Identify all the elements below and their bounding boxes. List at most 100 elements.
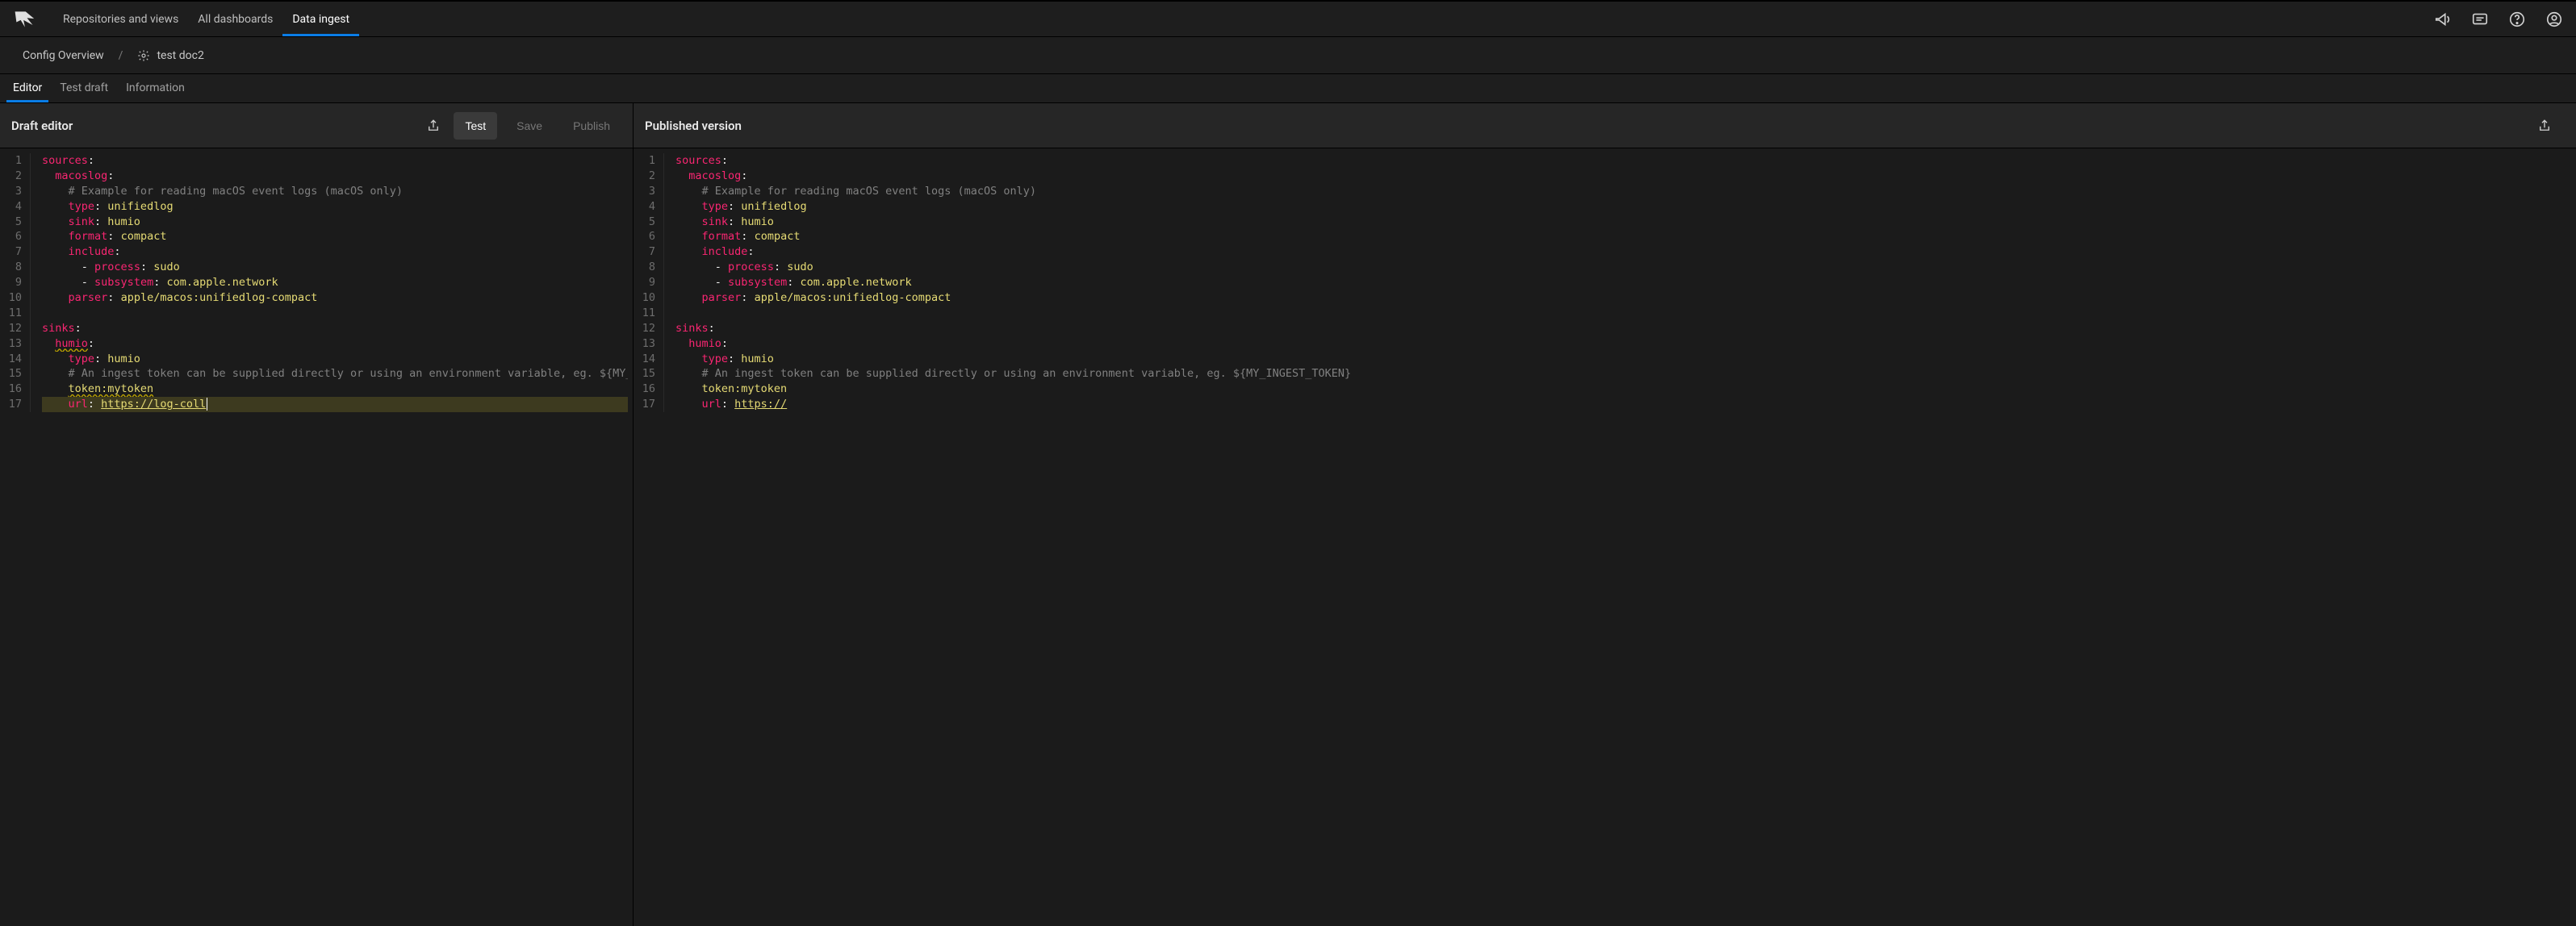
test-button[interactable]: Test [454,112,497,140]
tab-editor[interactable]: Editor [11,81,44,102]
code-line[interactable]: 15 # An ingest token can be supplied dir… [0,366,633,382]
code-line[interactable]: 14 type: humio [634,352,2576,367]
code-line[interactable]: 2 macoslog: [0,169,633,184]
code-content[interactable]: type: humio [42,352,628,367]
code-line[interactable]: 8 - process: sudo [634,260,2576,275]
code-content[interactable]: type: unifiedlog [42,199,628,215]
messages-icon[interactable] [2471,10,2489,28]
code-line[interactable]: 1 sources: [634,153,2576,169]
gear-icon [137,49,150,62]
code-content[interactable]: token:mytoken [675,382,2571,397]
code-line[interactable]: 14 type: humio [0,352,633,367]
code-content[interactable]: type: unifiedlog [675,199,2571,215]
code-line[interactable]: 10 parser: apple/macos:unifiedlog-compac… [0,290,633,306]
share-icon [2537,119,2552,133]
draft-editor-pane[interactable]: 1sources:2 macoslog:3 # Example for read… [0,148,634,926]
breadcrumb-sep: / [119,49,123,62]
code-line[interactable]: 7 include: [634,244,2576,260]
code-content[interactable]: # Example for reading macOS event logs (… [42,184,628,199]
code-line[interactable]: 16 token:mytoken [634,382,2576,397]
code-line[interactable]: 9 - subsystem: com.apple.network [0,275,633,290]
code-line[interactable]: 10 parser: apple/macos:unifiedlog-compac… [634,290,2576,306]
published-editor-pane[interactable]: 1 sources:2 macoslog:3 # Example for read… [634,148,2576,926]
code-content[interactable]: parser: apple/macos:unifiedlog-compact [42,290,628,306]
breadcrumb-leaf[interactable]: test doc2 [137,49,203,62]
share-published-button[interactable] [2531,112,2558,140]
code-line[interactable]: 6 format: compact [634,229,2576,244]
code-content[interactable]: sinks: [42,321,628,336]
code-line[interactable]: 12sinks: [0,321,633,336]
code-line[interactable]: 13 humio: [634,336,2576,352]
publish-button[interactable]: Publish [562,112,621,140]
announce-icon[interactable] [2434,10,2452,28]
code-content[interactable]: - process: sudo [42,260,628,275]
line-number: 1 [638,153,664,169]
code-content[interactable]: - process: sudo [675,260,2571,275]
code-content[interactable]: macoslog: [42,169,628,184]
share-icon [426,119,441,133]
code-line[interactable]: 11 [634,306,2576,321]
line-number: 7 [5,244,31,260]
code-line[interactable]: 4 type: unifiedlog [0,199,633,215]
code-content[interactable]: token:mytoken [42,382,628,397]
code-content[interactable] [42,306,628,321]
code-line[interactable]: 13 humio: [0,336,633,352]
code-line[interactable]: 17 url: https://log-coll [0,397,633,412]
code-line[interactable]: 7 include: [0,244,633,260]
code-line[interactable]: 5 sink: humio [634,215,2576,230]
code-content[interactable]: - subsystem: com.apple.network [42,275,628,290]
code-content[interactable]: format: compact [675,229,2571,244]
code-line[interactable]: 9 - subsystem: com.apple.network [634,275,2576,290]
code-content[interactable]: sink: humio [675,215,2571,230]
token-key: type [702,352,729,365]
code-content[interactable]: parser: apple/macos:unifiedlog-compact [675,290,2571,306]
code-line[interactable]: 6 format: compact [0,229,633,244]
code-content[interactable]: sources: [42,153,628,169]
code-content[interactable] [675,306,2571,321]
code-content[interactable]: # An ingest token can be supplied direct… [42,366,628,382]
code-line[interactable]: 12sinks: [634,321,2576,336]
code-content[interactable]: format: compact [42,229,628,244]
profile-icon[interactable] [2545,10,2563,28]
line-number: 3 [638,184,664,199]
code-content[interactable]: # An ingest token can be supplied direct… [675,366,2571,382]
nav-right [2434,10,2563,28]
code-line[interactable]: 4 type: unifiedlog [634,199,2576,215]
code-content[interactable]: type: humio [675,352,2571,367]
code-content[interactable]: url: https://log-coll [42,397,628,412]
code-line[interactable]: 5 sink: humio [0,215,633,230]
code-line[interactable]: 1sources: [0,153,633,169]
code-content[interactable]: - subsystem: com.apple.network [675,275,2571,290]
tab-test-draft[interactable]: Test draft [58,81,110,102]
draft-title: Draft editor [11,119,73,133]
code-content[interactable]: humio: [675,336,2571,352]
token-key: humio [688,337,721,350]
code-content[interactable]: sink: humio [42,215,628,230]
breadcrumb-leaf-label: test doc2 [157,49,203,62]
help-icon[interactable] [2508,10,2526,28]
save-button[interactable]: Save [505,112,554,140]
code-content[interactable]: sinks: [675,321,2571,336]
code-content[interactable]: sources: [675,153,2571,169]
code-content[interactable]: include: [675,244,2571,260]
code-line[interactable]: 11 [0,306,633,321]
share-draft-button[interactable] [420,112,447,140]
nav-link-data-ingest[interactable]: Data ingest [282,2,359,36]
code-line[interactable]: 16 token:mytoken [0,382,633,397]
code-line[interactable]: 3 # Example for reading macOS event logs… [0,184,633,199]
code-content[interactable]: humio: [42,336,628,352]
breadcrumb-root[interactable]: Config Overview [23,49,104,62]
code-content[interactable]: # Example for reading macOS event logs (… [675,184,2571,199]
code-line[interactable]: 17 url: https:// [634,397,2576,412]
app-logo[interactable] [13,7,37,31]
code-line[interactable]: 2 macoslog: [634,169,2576,184]
code-line[interactable]: 15 # An ingest token can be supplied dir… [634,366,2576,382]
code-content[interactable]: url: https:// [675,397,2571,412]
code-line[interactable]: 8 - process: sudo [0,260,633,275]
code-content[interactable]: include: [42,244,628,260]
tab-information[interactable]: Information [124,81,186,102]
nav-link-all-dashboards[interactable]: All dashboards [188,2,282,36]
nav-link-repositories-and-views[interactable]: Repositories and views [53,2,188,36]
code-content[interactable]: macoslog: [675,169,2571,184]
code-line[interactable]: 3 # Example for reading macOS event logs… [634,184,2576,199]
